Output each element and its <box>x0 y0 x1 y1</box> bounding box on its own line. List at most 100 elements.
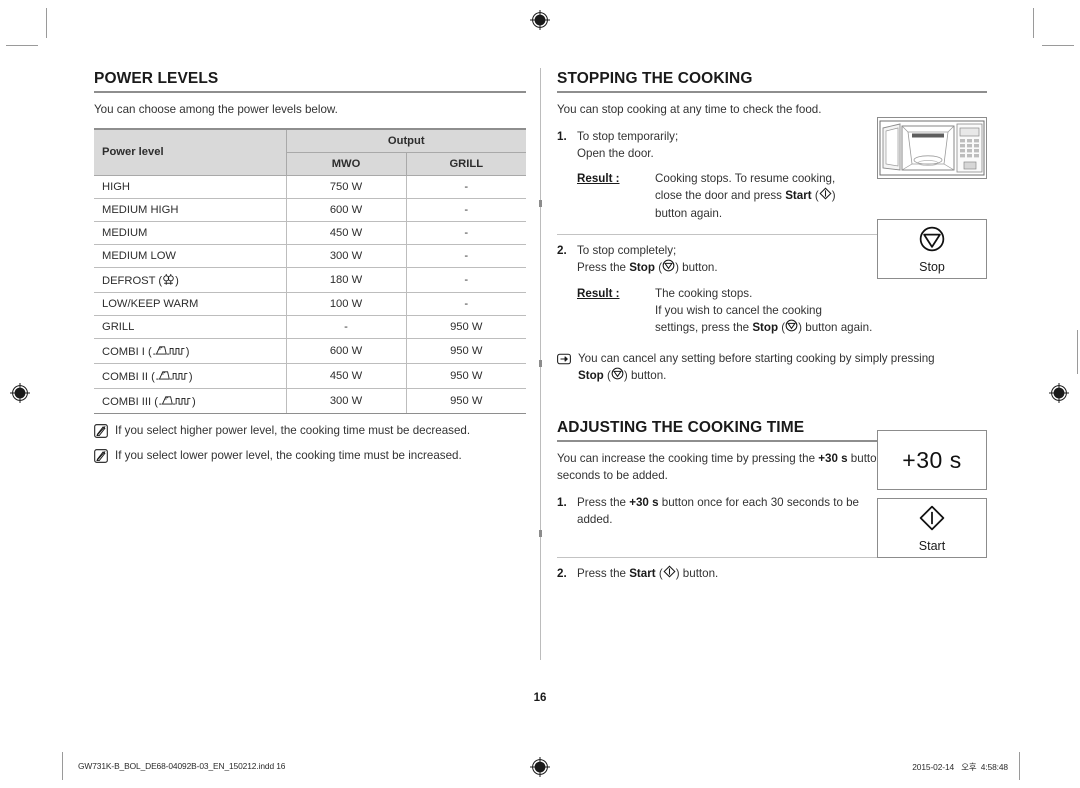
note-icon <box>94 424 108 438</box>
step-number: 2. <box>557 243 567 257</box>
header-mwo: MWO <box>286 152 407 176</box>
result-label: Result : <box>577 286 620 300</box>
step-text-part: ) button. <box>675 566 719 580</box>
header-output: Output <box>286 127 526 153</box>
microwave-open-door-illustration <box>877 117 987 179</box>
cell-mwo: 300 W <box>286 388 407 414</box>
note-text: If you select lower power level, the coo… <box>115 449 462 463</box>
table-row: LOW/KEEP WARM 100 W- <box>94 292 526 316</box>
header-power-level: Power level <box>94 127 287 176</box>
cell-grill: - <box>406 221 526 245</box>
cell-mwo: 600 W <box>286 338 407 364</box>
power-level-name: DEFROST ( <box>102 274 163 287</box>
result-text-part: ( <box>811 189 819 203</box>
table-row: MEDIUM 450 W- <box>94 221 526 245</box>
step-text-part: ) button. <box>675 261 718 275</box>
result-line: The cooking stops. <box>655 286 753 300</box>
combi-icon <box>155 371 189 383</box>
footer-ampm: 오후 <box>961 762 977 772</box>
pointing-hand-icon <box>557 352 571 366</box>
cell-grill: - <box>406 267 526 293</box>
plus30s-button-art[interactable]: +30 s <box>877 430 987 490</box>
stop-keyword: Stop <box>629 261 655 275</box>
step-line: Open the door. <box>577 147 654 161</box>
cell-mwo: 100 W <box>286 292 407 316</box>
cell-power-level: MEDIUM HIGH <box>94 198 287 222</box>
cell-power-level: DEFROST () <box>94 267 287 293</box>
cell-grill: 950 W <box>406 388 526 414</box>
footer-rule-right <box>1019 752 1020 780</box>
result-line: If you wish to cancel the cooking <box>655 303 822 317</box>
cell-grill: 950 W <box>406 338 526 364</box>
adjusting-step-2: 2. Press the Start () button. <box>557 565 987 583</box>
stop-button-art[interactable]: Stop <box>877 219 987 279</box>
result-text: Cooking stops. To resume cooking, close … <box>655 170 877 223</box>
cell-mwo: - <box>286 315 407 339</box>
cell-grill: 950 W <box>406 363 526 389</box>
table-row: MEDIUM HIGH 600 W- <box>94 198 526 222</box>
column-divider-tick <box>539 530 542 537</box>
table-row: COMBI III () 300 W 950 W <box>94 388 526 414</box>
result-line: close the door and press Start () <box>655 187 877 205</box>
result-line: Cooking stops. To resume cooking, <box>655 171 836 185</box>
step-text-part: ( <box>655 566 663 580</box>
table-header-row-1: Power level Output <box>94 127 526 176</box>
cell-grill: - <box>406 175 526 199</box>
cell-mwo: 300 W <box>286 244 407 268</box>
heading-rule <box>557 91 987 94</box>
table-row: MEDIUM LOW 300 W- <box>94 244 526 268</box>
stop-keyword: Stop <box>578 368 604 382</box>
stop-button-label: Stop <box>919 259 945 274</box>
crop-mark-top-left-vertical <box>46 8 47 38</box>
cell-mwo: 180 W <box>286 267 407 293</box>
step-text-part: Press the <box>577 566 630 580</box>
registration-mark-left <box>10 383 30 403</box>
power-levels-table: Power level Output MWO GRILL HIGH 750 W-M… <box>94 127 526 414</box>
result-label: Result : <box>577 171 620 185</box>
combi-icon <box>152 346 186 358</box>
header-grill: GRILL <box>406 152 526 176</box>
left-column: POWER LEVELS You can choose among the po… <box>94 70 526 464</box>
power-level-name: GRILL <box>102 320 135 333</box>
result-text-part: settings, press the <box>655 321 753 335</box>
cell-grill: 950 W <box>406 315 526 339</box>
result-text-part: close the door and press <box>655 189 786 203</box>
cell-power-level: MEDIUM LOW <box>94 244 287 268</box>
power-level-name: COMBI III ( <box>102 395 158 408</box>
result-text-part: ( <box>778 321 786 335</box>
cell-mwo: 450 W <box>286 363 407 389</box>
stopping-tip: You can cancel any setting before starti… <box>557 351 987 385</box>
registration-mark-bottom-center <box>530 757 550 777</box>
table-row: COMBI I () 600 W 950 W <box>94 338 526 364</box>
crop-mark-top-right-horizontal <box>1042 45 1074 46</box>
table-row: DEFROST () 180 W- <box>94 267 526 293</box>
note-item: If you select lower power level, the coo… <box>94 448 526 464</box>
table-row: GRILL -950 W <box>94 315 526 339</box>
step-text-part: Press the <box>577 261 630 275</box>
plus30-keyword: +30 s <box>818 452 848 466</box>
footer-rule-left <box>62 752 63 780</box>
registration-mark-top-center <box>530 10 550 30</box>
cell-grill: - <box>406 292 526 316</box>
note-text: If you select higher power level, the co… <box>115 423 471 437</box>
power-level-name: LOW/KEEP WARM <box>102 297 199 310</box>
power-level-name: HIGH <box>102 180 130 193</box>
result-line: settings, press the Stop () button again… <box>655 319 987 337</box>
start-button-art[interactable]: Start <box>877 498 987 558</box>
manual-page: POWER LEVELS You can choose among the po… <box>0 0 1080 788</box>
plus30s-button-label: +30 s <box>902 446 962 473</box>
column-divider-tick <box>539 360 542 367</box>
cell-mwo: 750 W <box>286 175 407 199</box>
stop-icon <box>662 259 675 277</box>
footer-time: 4:58:48 <box>980 762 1008 772</box>
tip-line: You can cancel any setting before starti… <box>578 351 935 365</box>
tip-text-part: ) button. <box>623 368 667 382</box>
power-level-name: COMBI I ( <box>102 345 152 358</box>
result-block: Result : The cooking stops. If you wish … <box>577 285 987 338</box>
registration-mark-right <box>1049 383 1069 403</box>
cell-grill: - <box>406 198 526 222</box>
result-text: The cooking stops. If you wish to cancel… <box>655 285 987 338</box>
tip-text: You can cancel any setting before starti… <box>578 351 935 385</box>
stop-icon <box>611 367 624 385</box>
cell-mwo: 600 W <box>286 198 407 222</box>
